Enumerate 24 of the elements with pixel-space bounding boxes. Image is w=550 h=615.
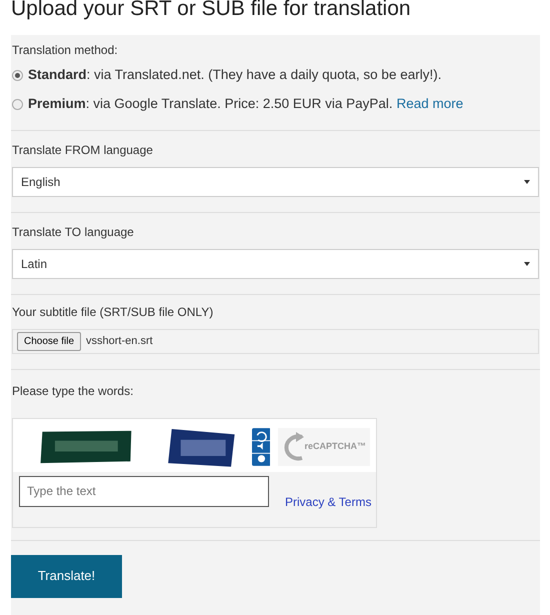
field-label: Your subtitle file (SRT/SUB file ONLY) <box>12 304 214 320</box>
privacy-terms-link[interactable]: Privacy & Terms <box>285 492 372 510</box>
field-label: Please type the words: <box>12 382 134 400</box>
field-label: Translate TO language <box>12 224 135 240</box>
option-text: Premium: via Google Translate. Price: 2.50 EUR via PayPal. Read more <box>28 95 464 114</box>
read-more-link[interactable]: Read more <box>396 96 464 112</box>
captcha-controls-icon[interactable] <box>252 426 270 468</box>
logo-text: reCAPTCHA™ <box>304 440 366 453</box>
radio-button[interactable] <box>12 70 23 81</box>
recaptcha-logo-icon <box>282 432 304 462</box>
caret-icon <box>524 180 530 184</box>
page-title: Upload your SRT or SUB file for translation <box>11 0 412 22</box>
file-name: vsshort-en.srt <box>86 334 153 349</box>
language-select[interactable]: English <box>12 166 539 196</box>
language-select[interactable]: Latin <box>12 248 539 278</box>
field-label: Translation method: <box>12 42 119 59</box>
option-text: Standard: via Translated.net. (They have a daily quota, so be early!). <box>28 66 442 84</box>
caret-icon <box>524 262 530 266</box>
radio-button[interactable] <box>12 98 23 110</box>
choose-file-button[interactable]: Choose file <box>17 332 82 350</box>
captcha-input[interactable]: Type the text <box>19 476 269 506</box>
file-field[interactable]: Choose file vsshort-en.srt <box>12 328 539 354</box>
field-label: Translate FROM language <box>12 142 154 158</box>
translate-button[interactable]: Translate! <box>11 554 122 598</box>
